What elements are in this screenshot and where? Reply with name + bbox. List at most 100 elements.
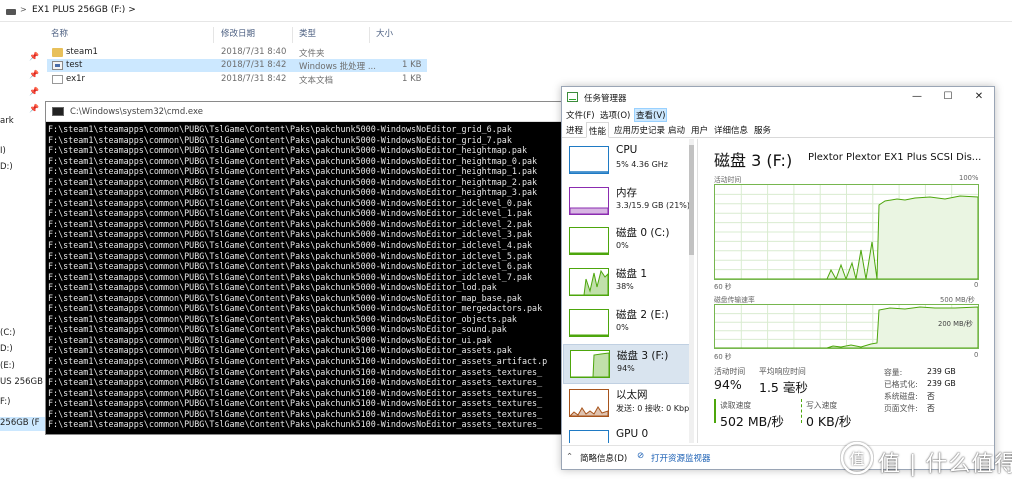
- text-file-icon: [52, 75, 63, 84]
- file-name: ex1r: [66, 74, 86, 84]
- file-row-steam1[interactable]: steam1 2018/7/31 8:40 文件夹: [47, 46, 427, 59]
- tab-users[interactable]: 用户: [691, 124, 708, 136]
- info-key: 容量:: [884, 368, 903, 377]
- tab-details[interactable]: 详细信息: [714, 124, 748, 136]
- menu-options[interactable]: 选项(O): [599, 109, 631, 121]
- sidebar-item[interactable]: US 256GB (: [0, 377, 46, 387]
- file-name: test: [66, 60, 83, 70]
- resource-monitor-icon[interactable]: ⊘: [637, 451, 644, 461]
- menu-file[interactable]: 文件(F): [565, 109, 596, 121]
- column-header-size[interactable]: 大小: [376, 27, 393, 39]
- folder-icon: [52, 48, 63, 57]
- file-row-ex1r[interactable]: ex1r 2018/7/31 8:42 文本文档 1 KB: [47, 73, 427, 86]
- resource-sparkline: [569, 334, 609, 337]
- sidebar-item[interactable]: D:): [0, 162, 13, 172]
- minimize-button[interactable]: —: [902, 89, 932, 105]
- console-line: F:\steam1\steamapps\common\PUBG\TslGame\…: [48, 292, 522, 303]
- sidebar-item[interactable]: (E:): [0, 361, 15, 371]
- sidebar-item[interactable]: (C:): [0, 328, 15, 338]
- tab-services[interactable]: 服务: [754, 124, 771, 136]
- console-line: F:\steam1\steamapps\common\PUBG\TslGame\…: [48, 356, 548, 367]
- resource-item[interactable]: 以太网 发送: 0 接收: 0 Kbp: [563, 384, 693, 424]
- scrollbar-thumb[interactable]: [689, 145, 694, 255]
- file-row-test[interactable]: test 2018/7/31 8:42 Windows 批处理 ... 1 KB: [47, 59, 427, 72]
- tab-performance[interactable]: 性能: [586, 122, 610, 138]
- batch-file-icon: [52, 61, 63, 70]
- chevron-right-icon[interactable]: >: [20, 5, 27, 14]
- task-manager-title-bar[interactable]: 任务管理器 — ☐ ✕: [562, 87, 994, 107]
- graph-label: 活动时间: [714, 176, 742, 184]
- console-line: F:\steam1\steamapps\common\PUBG\TslGame\…: [48, 197, 533, 208]
- console-line: F:\steam1\steamapps\common\PUBG\TslGame\…: [48, 134, 512, 145]
- pane-divider[interactable]: [697, 139, 698, 443]
- console-line: F:\steam1\steamapps\common\PUBG\TslGame\…: [48, 377, 543, 388]
- column-header-type[interactable]: 类型: [299, 27, 316, 39]
- column-divider[interactable]: [292, 27, 293, 43]
- column-divider[interactable]: [213, 27, 214, 43]
- tab-processes[interactable]: 进程: [566, 124, 583, 136]
- resource-name: 内存: [616, 187, 637, 199]
- resource-name: 磁盘 2 (E:): [616, 309, 669, 321]
- resource-item[interactable]: CPU 5% 4.36 GHz: [563, 141, 693, 181]
- file-type: 文本文档: [299, 76, 334, 86]
- resource-item[interactable]: 磁盘 1 38%: [563, 263, 693, 303]
- cmd-window[interactable]: C:\Windows\system32\cmd.exe F:\steam1\st…: [45, 101, 568, 435]
- maximize-button[interactable]: ☐: [933, 89, 963, 105]
- resource-usage: 38%: [616, 282, 634, 291]
- sidebar-item[interactable]: 256GB (F: [0, 418, 40, 428]
- watermark: 值 值 | 什么值得买: [838, 440, 1012, 480]
- write-speed-value: 0 KB/秒: [806, 414, 852, 429]
- console-line: F:\steam1\steamapps\common\PUBG\TslGame\…: [48, 419, 543, 430]
- menu-view[interactable]: 查看(V): [634, 108, 668, 122]
- graph-max-label: 500 MB/秒: [940, 296, 975, 304]
- console-line: F:\steam1\steamapps\common\PUBG\TslGame\…: [48, 398, 543, 409]
- tab-app-history[interactable]: 应用历史记录: [614, 124, 665, 136]
- disk-title: 磁盘 3 (F:): [714, 151, 793, 170]
- cmd-title-bar[interactable]: C:\Windows\system32\cmd.exe: [46, 102, 567, 122]
- console-line: F:\steam1\steamapps\common\PUBG\TslGame\…: [48, 387, 543, 398]
- resource-item[interactable]: GPU 0NVIDIA GeForce G: [563, 425, 693, 443]
- task-manager-window[interactable]: 任务管理器 — ☐ ✕ 文件(F) 选项(O) 查看(V) 进程 性能 应用历史…: [561, 86, 995, 470]
- explorer-address-bar[interactable]: > EX1 PLUS 256GB (F:) >: [0, 0, 1012, 22]
- tab-startup[interactable]: 启动: [668, 124, 685, 136]
- console-line: F:\steam1\steamapps\common\PUBG\TslGame\…: [48, 334, 492, 345]
- write-speed-marker: [801, 399, 802, 423]
- address-path[interactable]: EX1 PLUS 256GB (F:) >: [32, 5, 136, 15]
- resource-sparkline: [570, 431, 608, 443]
- info-key: 系统磁盘:: [884, 392, 918, 401]
- sidebar-item[interactable]: F:): [0, 397, 10, 407]
- watermark-text: 值 | 什么值得买: [878, 452, 1012, 477]
- column-divider[interactable]: [369, 27, 370, 43]
- response-time-label: 平均响应时间: [759, 367, 806, 376]
- resource-item[interactable]: 磁盘 2 (E:) 0%: [563, 304, 693, 344]
- task-manager-icon: [567, 92, 578, 102]
- chevron-up-icon[interactable]: ⌃: [566, 452, 573, 462]
- fewer-details-button[interactable]: 简略信息(D): [580, 452, 627, 464]
- console-line: F:\steam1\steamapps\common\PUBG\TslGame\…: [48, 313, 517, 324]
- console-line: F:\steam1\steamapps\common\PUBG\TslGame\…: [48, 282, 497, 293]
- transfer-rate-graph: 200 MB/秒: [714, 304, 979, 349]
- console-line: F:\steam1\steamapps\common\PUBG\TslGame\…: [48, 303, 543, 314]
- resource-item[interactable]: 磁盘 0 (C:) 0%: [563, 222, 693, 262]
- console-line: F:\steam1\steamapps\common\PUBG\TslGame\…: [48, 166, 538, 177]
- active-time-label: 活动时间: [714, 367, 746, 376]
- write-speed-label: 写入速度: [806, 401, 838, 410]
- console-output[interactable]: F:\steam1\steamapps\common\PUBG\TslGame\…: [46, 122, 567, 434]
- sparkline-area: [569, 334, 609, 337]
- console-icon: [52, 107, 64, 116]
- column-header-date[interactable]: 修改日期: [221, 27, 255, 39]
- sidebar-item[interactable]: ark: [0, 116, 14, 126]
- resource-item[interactable]: 内存 3.3/15.9 GB (21%): [563, 182, 693, 222]
- file-type: Windows 批处理 ...: [299, 62, 376, 72]
- resource-item[interactable]: 磁盘 3 (F:) 94%: [563, 344, 693, 384]
- sidebar-item[interactable]: I): [0, 146, 6, 156]
- read-speed-label: 读取速度: [720, 401, 752, 410]
- response-time-value: 1.5 毫秒: [759, 380, 808, 395]
- close-button[interactable]: ✕: [964, 89, 994, 105]
- resource-list-scrollbar[interactable]: [689, 139, 694, 443]
- column-header-name[interactable]: 名称: [51, 27, 68, 39]
- console-line: F:\steam1\steamapps\common\PUBG\TslGame\…: [48, 408, 543, 419]
- sidebar-item[interactable]: D:): [0, 344, 13, 354]
- open-resource-monitor-link[interactable]: 打开资源监视器: [651, 452, 711, 464]
- navigation-pane: 📌 📌 📌 📌 ark I) D:) (C:) D:) (E:) US 256G…: [0, 22, 46, 484]
